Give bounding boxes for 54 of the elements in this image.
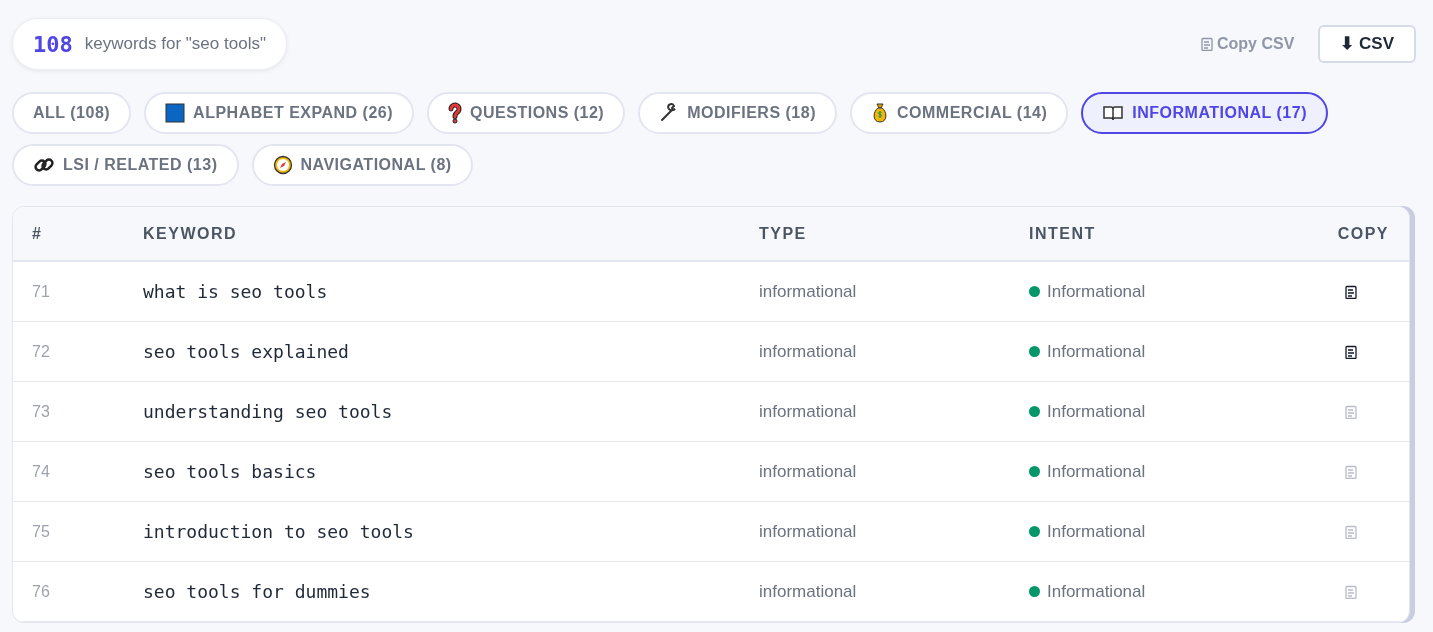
summary-text: keywords for "seo tools" — [84, 33, 266, 56]
book-icon — [1102, 104, 1125, 122]
intent-text: Informational — [1047, 280, 1146, 303]
filter-tab[interactable]: COMMERCIAL (14) — [850, 92, 1069, 134]
download-csv-button[interactable]: ⬇ CSV — [1318, 25, 1416, 63]
type-text: informational — [759, 281, 857, 301]
clipboard-icon — [1345, 524, 1357, 539]
clipboard-icon — [1345, 284, 1357, 299]
question-mark-icon — [448, 102, 463, 124]
clipboard-icon — [1345, 404, 1357, 419]
intent-text: Informational — [1047, 460, 1146, 483]
type-text: informational — [759, 581, 857, 601]
column-header[interactable]: COPY — [1337, 224, 1389, 242]
row-number: 73 — [32, 402, 50, 420]
compass-icon — [272, 155, 293, 175]
keyword-text: what is seo tools — [143, 281, 328, 302]
copy-button[interactable] — [1345, 344, 1357, 359]
filter-tab[interactable]: LSI / RELATED (13) — [12, 144, 239, 186]
intent-text: Informational — [1047, 580, 1146, 603]
clipboard-icon — [1345, 464, 1357, 479]
type-text: informational — [759, 401, 857, 421]
row-number: 75 — [32, 522, 50, 540]
intent-text: Informational — [1047, 340, 1146, 363]
clipboard-icon — [1200, 37, 1213, 51]
intent-text: Informational — [1047, 520, 1146, 543]
type-text: informational — [759, 521, 857, 541]
keyword-text: seo tools for dummies — [143, 581, 371, 602]
keyword-text: understanding seo tools — [143, 401, 393, 422]
keyword-text: seo tools explained — [143, 341, 349, 362]
filter-tab[interactable]: QUESTIONS (12) — [427, 92, 626, 134]
money-bag-icon — [871, 102, 889, 124]
column-header[interactable]: # — [32, 224, 43, 242]
clipboard-icon — [1345, 584, 1357, 599]
copy-button[interactable] — [1345, 284, 1357, 299]
keyword-text: introduction to seo tools — [143, 521, 414, 542]
type-text: informational — [759, 461, 857, 481]
filter-tab[interactable]: ALPHABET EXPAND (26) — [144, 92, 415, 134]
row-number: 76 — [32, 582, 50, 600]
intent-text: Informational — [1047, 400, 1146, 423]
column-header[interactable]: TYPE — [759, 224, 807, 242]
copy-csv-button[interactable]: Copy CSV — [1200, 32, 1295, 56]
column-header[interactable]: INTENT — [1029, 224, 1096, 242]
filter-tab[interactable]: INFORMATIONAL (17) — [1081, 92, 1328, 134]
row-number: 74 — [32, 462, 50, 480]
filter-tab[interactable]: ALL (108) — [12, 92, 132, 134]
filter-tab[interactable]: NAVIGATIONAL (8) — [251, 144, 473, 186]
row-number: 72 — [32, 342, 50, 360]
keyword-count: 108 — [33, 30, 73, 59]
type-text: informational — [759, 341, 857, 361]
filter-tab[interactable]: MODIFIERS (18) — [638, 92, 837, 134]
column-header[interactable]: KEYWORD — [143, 224, 238, 242]
clipboard-icon — [1345, 344, 1357, 359]
keyword-text: seo tools basics — [143, 461, 317, 482]
row-number: 71 — [32, 282, 50, 300]
